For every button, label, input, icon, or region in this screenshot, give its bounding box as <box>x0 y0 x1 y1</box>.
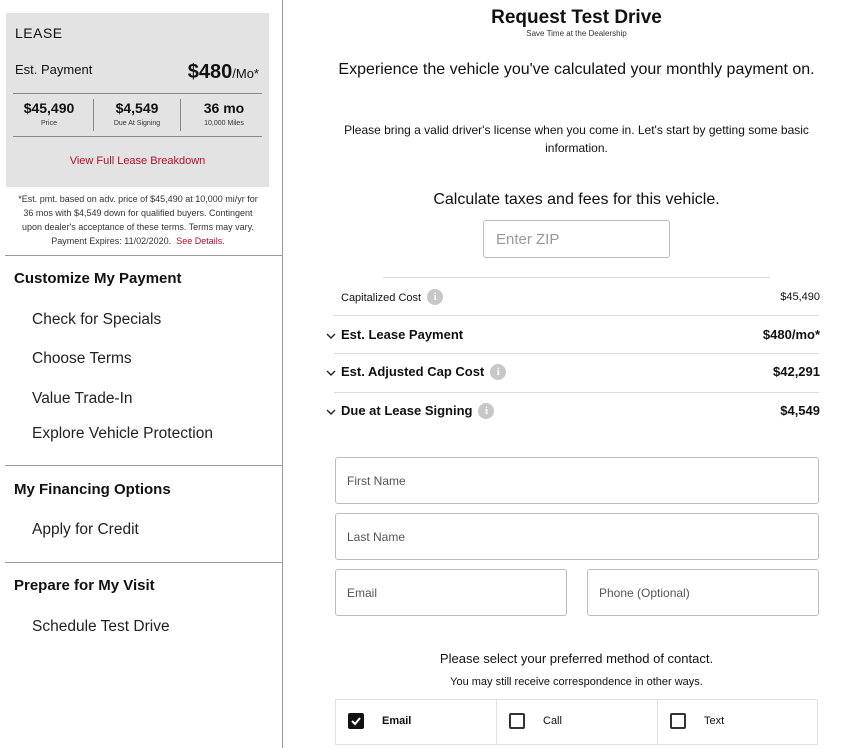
info-icon[interactable]: i <box>478 402 495 419</box>
disclaimer-line: upon dealer's acceptance of these terms.… <box>22 222 254 232</box>
see-details-link[interactable]: See Details. <box>176 236 225 246</box>
sidebar-item-value-trade-in[interactable]: Value Trade-In <box>32 390 133 408</box>
page-title: Request Test Drive <box>491 7 662 28</box>
est-payment-value: $480/Mo* <box>188 61 259 84</box>
cost-value: $42,291 <box>773 364 820 379</box>
cost-row-capitalized: Capitalized Cost i $45,490 <box>326 289 820 306</box>
cost-label: Est. Lease Payment <box>341 327 464 342</box>
checkbox-icon[interactable] <box>509 713 525 729</box>
license-note: Please bring a valid driver's license wh… <box>344 123 809 155</box>
sidebar-item-apply-credit[interactable]: Apply for Credit <box>32 521 139 539</box>
stat-value: $4,549 <box>115 100 159 116</box>
stat-label: 10,000 Miles <box>204 120 244 127</box>
email-field[interactable] <box>335 569 567 616</box>
est-payment-label: Est. Payment <box>15 62 93 77</box>
phone-field[interactable] <box>587 569 819 616</box>
contact-option-label: Email <box>382 715 412 727</box>
disclaimer-line-last: Payment Expires: 11/02/2020. See Details… <box>4 234 272 248</box>
checkbox-icon[interactable] <box>670 713 686 729</box>
contact-method-question: Please select your preferred method of c… <box>439 651 714 666</box>
divider <box>383 277 770 278</box>
contact-option-email[interactable]: Email <box>336 700 496 744</box>
contact-option-label: Text <box>704 715 725 727</box>
stat-price: $45,490 Price <box>6 100 92 127</box>
section-heading-prepare-visit: Prepare for My Visit <box>14 577 155 594</box>
cost-value: $4,549 <box>780 403 820 418</box>
est-payment-amount: $480 <box>187 61 233 83</box>
sidebar-item-schedule-test-drive[interactable]: Schedule Test Drive <box>32 618 170 636</box>
disclaimer-line: 36 mos with $4,549 down for qualified bu… <box>23 208 253 218</box>
lease-summary-card: LEASE Est. Payment $480/Mo* $45,490 Pric… <box>6 13 269 187</box>
contact-option-text[interactable]: Text <box>658 700 818 744</box>
est-payment-unit: /Mo* <box>232 66 259 81</box>
stat-label: Price <box>41 120 57 127</box>
info-icon[interactable]: i <box>490 363 507 380</box>
contact-option-label: Call <box>543 715 562 727</box>
contact-method-note: You may still receive correspondence in … <box>450 676 703 688</box>
cost-label: Due at Lease Signing i <box>341 402 495 420</box>
chevron-down-icon <box>326 333 336 339</box>
section-heading-financing-options: My Financing Options <box>14 481 171 498</box>
lease-disclaimer: *Est. pmt. based on adv. price of $45,49… <box>4 192 272 248</box>
page-subtitle: Save Time at the Dealership <box>526 29 627 38</box>
stat-label: Due At Signing <box>113 120 161 127</box>
divider <box>13 136 262 137</box>
cost-row-adjusted-cap[interactable]: Est. Adjusted Cap Cost i $42,291 <box>326 363 820 382</box>
cost-row-lease-payment[interactable]: Est. Lease Payment $480/mo* <box>326 327 820 345</box>
stat-value: $45,490 <box>23 100 75 116</box>
divider <box>5 562 283 563</box>
sidebar-item-choose-terms[interactable]: Choose Terms <box>32 350 132 368</box>
cost-label: Capitalized Cost i <box>341 289 444 306</box>
chevron-down-icon <box>326 409 336 415</box>
cost-label: Est. Adjusted Cap Cost i <box>341 363 507 381</box>
disclaimer-line: *Est. pmt. based on adv. price of $45,49… <box>18 194 258 204</box>
contact-option-call[interactable]: Call <box>497 700 657 744</box>
view-lease-breakdown-link[interactable]: View Full Lease Breakdown <box>6 155 269 167</box>
first-name-field[interactable] <box>335 457 819 504</box>
cost-value: $45,490 <box>780 291 820 303</box>
intro-text: Experience the vehicle you've calculated… <box>338 61 815 78</box>
cost-row-due-at-signing[interactable]: Due at Lease Signing i $4,549 <box>326 402 820 421</box>
cost-label-text: Est. Adjusted Cap Cost <box>341 364 485 379</box>
cost-label-text: Capitalized Cost <box>341 291 422 304</box>
stat-term: 36 mo 10,000 Miles <box>181 100 267 127</box>
info-icon[interactable]: i <box>427 289 444 305</box>
disclaimer-expiry: Payment Expires: 11/02/2020. <box>51 236 172 246</box>
last-name-field[interactable] <box>335 513 819 560</box>
divider <box>334 392 819 393</box>
zip-input[interactable] <box>483 220 670 258</box>
stat-value: 36 mo <box>203 100 245 116</box>
checkbox-checked-icon[interactable] <box>348 713 364 729</box>
contact-method-group: Email Call Text <box>335 699 818 745</box>
section-heading-customize-payment: Customize My Payment <box>14 270 182 287</box>
sidebar-item-check-specials[interactable]: Check for Specials <box>32 311 161 329</box>
divider <box>5 465 283 466</box>
divider <box>13 93 262 94</box>
divider <box>334 353 819 354</box>
sidebar-item-vehicle-protection[interactable]: Explore Vehicle Protection <box>32 425 213 443</box>
cost-label-text: Due at Lease Signing <box>341 403 473 418</box>
sidebar: LEASE Est. Payment $480/Mo* $45,490 Pric… <box>0 0 283 748</box>
cost-value: $480/mo* <box>762 327 820 342</box>
stat-due-at-signing: $4,549 Due At Signing <box>94 100 180 127</box>
divider <box>334 315 819 316</box>
lease-title: LEASE <box>15 25 63 41</box>
divider <box>5 255 283 256</box>
calc-taxes-prompt: Calculate taxes and fees for this vehicl… <box>433 191 720 208</box>
chevron-down-icon <box>326 370 336 376</box>
